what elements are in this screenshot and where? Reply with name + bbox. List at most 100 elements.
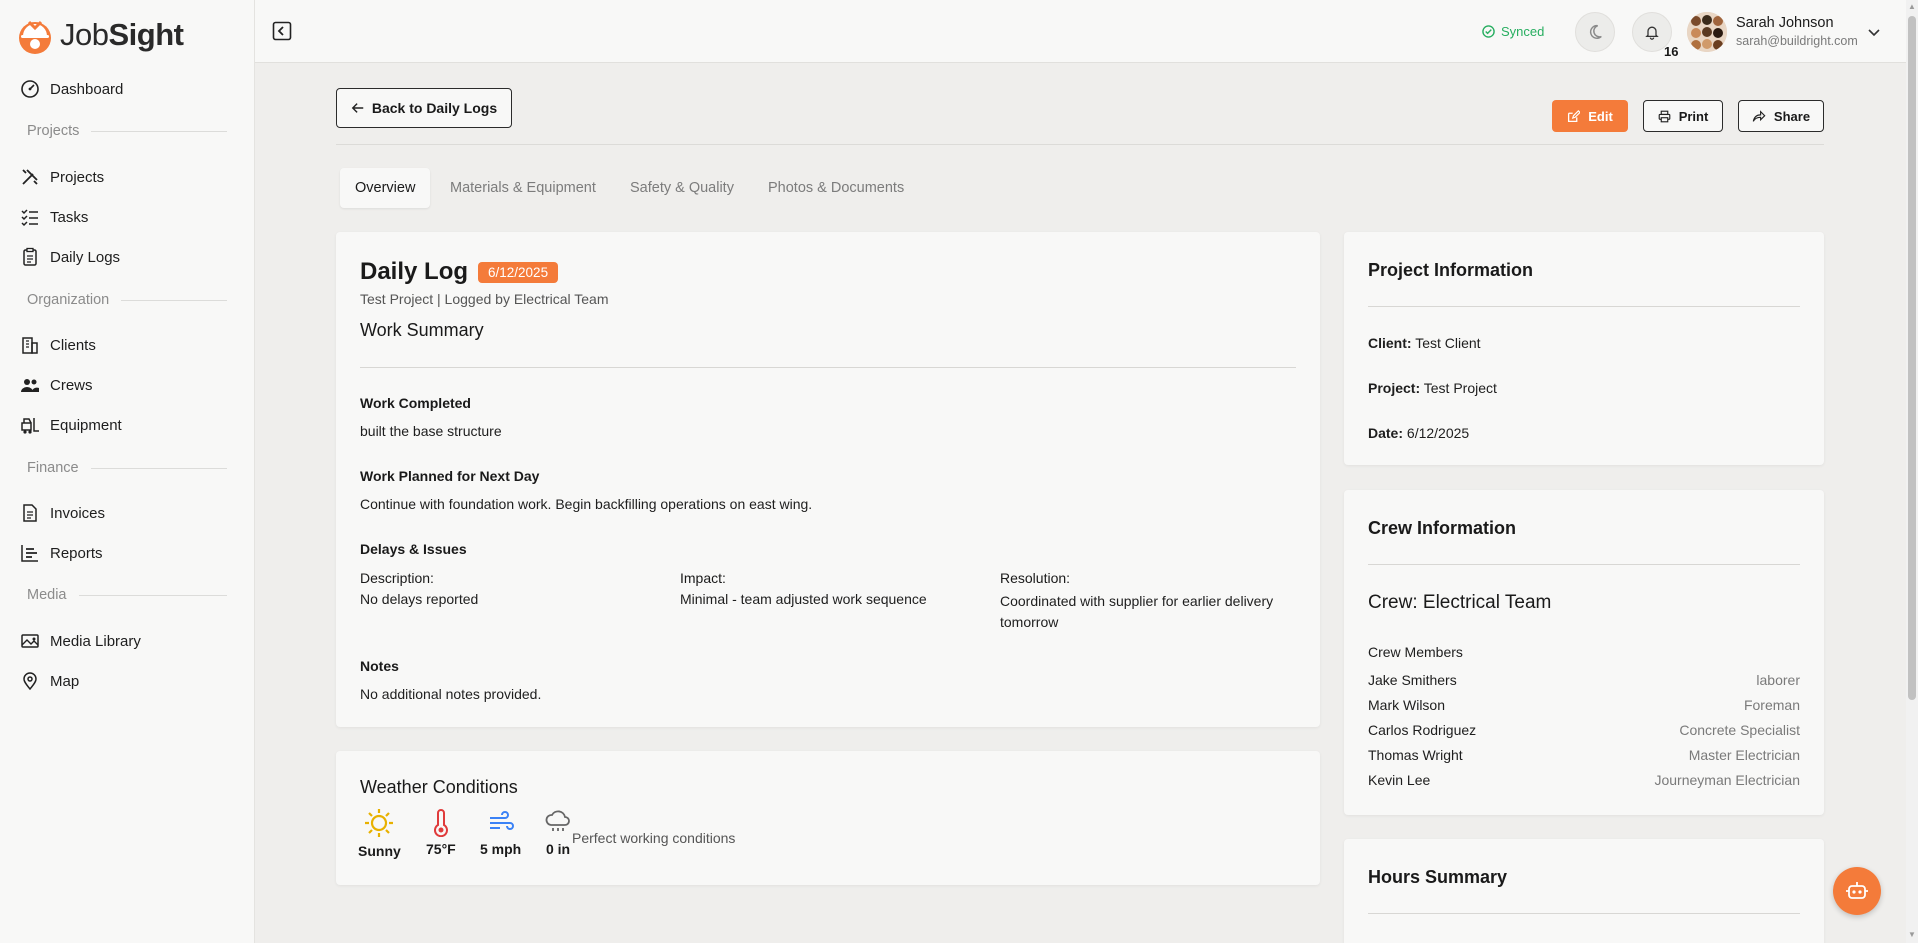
sidebar-item-label: Clients [50, 336, 96, 354]
work-planned-value: Continue with foundation work. Begin bac… [360, 496, 813, 512]
scroll-thumb[interactable] [1908, 16, 1916, 700]
page-scrollbar[interactable]: ▲ ▼ [1906, 0, 1918, 943]
theme-toggle-button[interactable] [1575, 12, 1615, 52]
sidebar-item-label: Invoices [50, 504, 106, 522]
work-completed-value: built the base structure [360, 423, 502, 439]
users-icon [21, 379, 39, 392]
notes-value: No additional notes provided. [360, 686, 542, 702]
list-item: Carlos Rodriguez Concrete Specialist [1368, 722, 1800, 738]
member-role: laborer [1756, 672, 1800, 688]
sidebar-section-organization: Organization [27, 292, 227, 308]
edit-icon [1568, 109, 1581, 122]
invoice-icon [23, 504, 37, 522]
tab-photos-documents[interactable]: Photos & Documents [753, 168, 919, 208]
edit-button[interactable]: Edit [1552, 100, 1628, 132]
client-value: Test Client [1415, 335, 1481, 351]
sidebar-item-label: Map [50, 672, 80, 690]
sidebar-item-label: Crews [50, 376, 93, 394]
sidebar-item-dashboard[interactable]: Dashboard [20, 76, 123, 102]
divider [1368, 564, 1800, 565]
thermometer-icon [433, 809, 448, 837]
sidebar-item-daily-logs[interactable]: Daily Logs [20, 244, 120, 270]
work-planned-label: Work Planned for Next Day [360, 468, 540, 484]
delays-issues-label: Delays & Issues [360, 541, 467, 557]
scroll-up-arrow[interactable]: ▲ [1908, 2, 1916, 12]
date-row: Date: 6/12/2025 [1368, 425, 1470, 441]
robot-icon [1846, 882, 1868, 899]
resolution-value: Coordinated with supplier for earlier de… [1000, 593, 1274, 630]
sidebar-section-media: Media [27, 587, 227, 603]
divider [1368, 306, 1800, 307]
app-logo[interactable]: JobSight [14, 14, 184, 56]
log-subtitle: Test Project | Logged by Electrical Team [360, 291, 609, 307]
weather-wind: 5 mph [480, 809, 521, 857]
sync-status-label: Synced [1501, 24, 1545, 39]
list-item: Jake Smithers laborer [1368, 672, 1800, 688]
chevron-down-icon[interactable] [1866, 24, 1882, 40]
sidebar-item-crews[interactable]: Crews [20, 372, 93, 398]
impact-value: Minimal - team adjusted work sequence [680, 591, 927, 607]
checklist-icon [21, 209, 38, 227]
weather-heading: Weather Conditions [360, 777, 518, 797]
tab-overview[interactable]: Overview [340, 168, 431, 208]
share-button-label: Share [1773, 108, 1811, 124]
daily-log-card: Daily Log 6/12/2025 Test Project | Logge… [336, 232, 1320, 727]
sidebar-item-reports[interactable]: Reports [20, 540, 103, 566]
map-pin-icon [23, 672, 37, 691]
app-name: JobSight [60, 17, 184, 52]
bar-chart-icon [21, 545, 38, 562]
assistant-bot-button[interactable] [1833, 867, 1881, 915]
crew-info-card: Crew Information Crew: Electrical Team C… [1344, 490, 1824, 815]
back-to-daily-logs-button[interactable]: Back to Daily Logs [336, 88, 512, 128]
sidebar-item-projects[interactable]: Projects [20, 164, 104, 190]
work-summary-heading: Work Summary [360, 320, 484, 340]
building-icon [22, 337, 38, 354]
member-name: Mark Wilson [1368, 697, 1446, 713]
project-info-card: Project Information Client: Test Client … [1344, 232, 1824, 465]
moon-icon [1589, 24, 1602, 39]
sidebar: JobSight Dashboard Projects Projects Tas… [0, 0, 255, 943]
back-button-label: Back to Daily Logs [371, 100, 498, 116]
sidebar-item-label: Media Library [50, 632, 141, 650]
print-button-label: Print [1678, 108, 1709, 124]
member-role: Journeyman Electrician [1654, 772, 1800, 788]
sidebar-item-label: Tasks [50, 208, 89, 226]
page-title: Daily Log [360, 258, 469, 285]
sidebar-item-clients[interactable]: Clients [20, 332, 96, 358]
tab-materials-equipment[interactable]: Materials & Equipment [435, 168, 611, 208]
impact-label: Impact: [680, 570, 726, 586]
member-role: Master Electrician [1688, 747, 1800, 763]
sidebar-item-invoices[interactable]: Invoices [20, 500, 105, 526]
work-completed-label: Work Completed [360, 395, 471, 411]
weather-card: Weather Conditions Sunny 75°F 5 mph 0 in… [336, 751, 1320, 885]
weather-temperature: 75°F [426, 809, 456, 857]
collapse-sidebar-icon[interactable] [272, 21, 292, 41]
sidebar-item-map[interactable]: Map [20, 668, 79, 694]
print-button[interactable]: Print [1643, 100, 1723, 132]
cloud-rain-icon [545, 810, 570, 831]
date-value: 6/12/2025 [1406, 425, 1470, 441]
avatar-image [1687, 12, 1727, 52]
tab-safety-quality[interactable]: Safety & Quality [615, 168, 749, 208]
user-email: sarah@buildright.com [1736, 34, 1858, 48]
sidebar-item-label: Projects [50, 168, 105, 186]
clipboard-icon [23, 247, 37, 266]
sidebar-item-equipment[interactable]: Equipment [20, 412, 122, 438]
project-info-heading: Project Information [1368, 260, 1534, 280]
share-button[interactable]: Share [1738, 100, 1824, 132]
user-name[interactable]: Sarah Johnson [1736, 15, 1834, 31]
hardhat-logo-icon [19, 20, 51, 54]
hours-summary-card: Hours Summary [1344, 839, 1824, 943]
sync-status: Synced [1482, 24, 1544, 39]
header-divider [336, 144, 1824, 145]
weather-note: Perfect working conditions [572, 830, 736, 846]
sidebar-item-tasks[interactable]: Tasks [20, 204, 88, 230]
forklift-icon [21, 418, 39, 434]
weather-precipitation: 0 in [544, 809, 572, 857]
sidebar-item-media-library[interactable]: Media Library [20, 628, 141, 654]
notes-label: Notes [360, 658, 399, 674]
avatar[interactable] [1687, 12, 1727, 52]
scroll-down-arrow[interactable]: ▼ [1908, 930, 1916, 940]
sidebar-item-label: Reports [50, 544, 103, 562]
dashboard-icon [21, 80, 39, 98]
